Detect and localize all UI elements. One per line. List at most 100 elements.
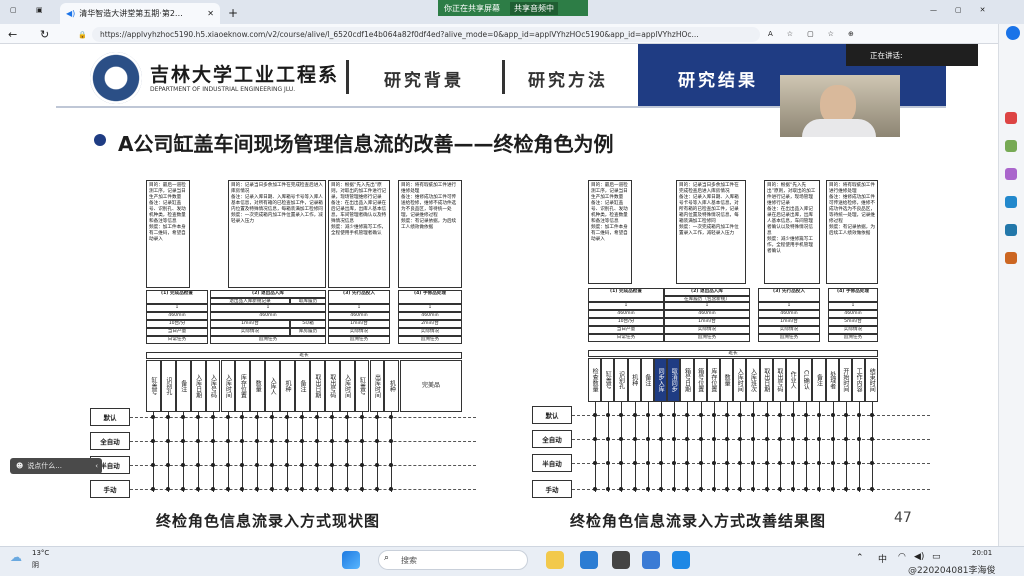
connector-dot	[593, 461, 597, 465]
store-icon[interactable]	[612, 551, 630, 569]
desc-box: 目的：将有瑕疵加工件进行维修处理 备注：维修成功加工件可传送给检修，维修不成功件…	[398, 180, 462, 288]
connector-dot	[764, 487, 769, 491]
connector-dot	[791, 461, 795, 465]
connector-dot	[659, 461, 663, 465]
sidebar-app-icon[interactable]	[1005, 224, 1017, 236]
connector-dot	[344, 487, 349, 491]
connector-dot	[314, 439, 319, 443]
connector-dot	[777, 437, 782, 441]
connector-dot	[210, 439, 215, 443]
stat-time: 460min	[664, 310, 750, 318]
desc-box: 目的：最后一道检测工序，记录当日生产加工件数量 备注：记录缸盖号、识别孔、发动机…	[588, 180, 632, 284]
stat-row3: 当日产量	[588, 326, 664, 334]
stat-rate: 5s/箱	[290, 320, 326, 328]
window-controls[interactable]: —▢✕	[930, 6, 1003, 14]
stat-row3: 实际情况	[664, 326, 750, 334]
browser-profile-icon[interactable]: ▢	[10, 6, 17, 14]
windows-start-icon[interactable]	[342, 551, 360, 569]
connector-dot	[632, 487, 637, 491]
mode-manual: 手动	[90, 480, 130, 498]
connector-line	[212, 412, 214, 492]
new-tab-button[interactable]: +	[228, 6, 238, 20]
share-audio-button[interactable]: 共享音频中	[510, 1, 558, 15]
connector-dot	[225, 415, 230, 419]
speaker-shirt	[802, 119, 876, 137]
file-explorer-icon[interactable]	[546, 551, 564, 569]
connector-dot	[645, 461, 650, 465]
connector-dot	[165, 463, 170, 467]
connector-dot	[359, 415, 364, 419]
sidebar-app-icon[interactable]	[1005, 112, 1017, 124]
reload-icon[interactable]: ↻	[40, 28, 49, 41]
connector-dot	[329, 463, 334, 467]
connector-dot	[632, 437, 637, 441]
field-cell: 机种	[627, 358, 641, 402]
volume-icon[interactable]: ◀)	[914, 552, 924, 562]
tray-up-icon[interactable]: ⌃	[856, 553, 864, 563]
app-icon[interactable]	[642, 551, 660, 569]
desc-box: 目的：记录当日多余加工件在完成检查后进入库房情况 备注：记录入库日期、入库箱号卡…	[676, 180, 746, 284]
stat-row3: 实际情况	[210, 328, 290, 336]
field-cell: 机种	[280, 360, 295, 412]
app-icon[interactable]	[672, 551, 690, 569]
battery-icon[interactable]: ▭	[932, 552, 941, 562]
back-icon[interactable]: ←	[8, 28, 17, 41]
bing-icon[interactable]	[1006, 26, 1020, 40]
connector-dot	[698, 461, 703, 465]
sidebar-app-icon[interactable]	[1005, 196, 1017, 208]
weather-temp[interactable]: 13°C	[32, 549, 49, 557]
field-cell: 识别孔	[614, 358, 628, 402]
connector-dot	[645, 413, 650, 417]
taskbar-search[interactable]: 搜索	[378, 550, 528, 570]
connector-dot	[791, 413, 795, 417]
connector-line	[376, 412, 378, 492]
connector-line	[227, 412, 229, 492]
connector-dot	[374, 463, 379, 467]
connector-dot	[659, 413, 663, 417]
sidebar-app-icon[interactable]	[1005, 252, 1017, 264]
connector-dot	[180, 439, 185, 443]
connector-line	[182, 412, 184, 492]
stage-header: (2) 退出品入库	[210, 290, 326, 298]
connector-line	[167, 412, 169, 492]
connector-dot	[329, 415, 334, 419]
mode-default: 默认	[90, 408, 130, 426]
stat-row3: 实际情况	[758, 326, 820, 334]
connector-dot	[777, 461, 782, 465]
connector-dot	[359, 463, 364, 467]
connector-dot	[857, 487, 861, 491]
connector-dot	[314, 487, 319, 491]
chat-input[interactable]: ☻ 说点什么... ‹	[10, 458, 102, 474]
stage-header: (3) 先行品投入	[328, 290, 390, 304]
connector-line	[346, 412, 348, 492]
connector-dot	[300, 439, 304, 443]
tab-close-icon[interactable]: ✕	[207, 9, 214, 18]
stat-rate: 2min/台	[398, 320, 462, 328]
sidebar-app-icon[interactable]	[1005, 168, 1017, 180]
stat-time: 460min	[828, 310, 878, 318]
sidebar-app-icon[interactable]	[1005, 140, 1017, 152]
share-banner: 你正在共享屏幕 共享音频中	[438, 0, 588, 16]
tab-active[interactable]: ◀) 清华智造大讲堂第五期·第2… ✕	[60, 3, 220, 24]
connector-dot	[195, 439, 200, 443]
clock-time[interactable]: 20:01	[972, 549, 992, 557]
connector-dot	[764, 413, 769, 417]
connector-dot	[843, 413, 848, 417]
connector-dot	[857, 437, 861, 441]
wifi-icon[interactable]: ◠	[898, 552, 906, 562]
connector-dot	[698, 487, 703, 491]
input-lang[interactable]: 中	[878, 552, 887, 565]
watermark: @220204081李海俊	[908, 566, 996, 576]
stat-row4: 日常任务	[588, 334, 664, 342]
field-cell: 入库时间	[339, 360, 355, 412]
edge-icon[interactable]	[580, 551, 598, 569]
collapse-icon[interactable]: ‹	[95, 462, 98, 470]
caption-current: 终检角色信息流录入方式现状图	[156, 512, 381, 530]
field-cell: CL确认	[799, 358, 813, 402]
toolbar-icons[interactable]: A☆▢☆⊕	[768, 30, 868, 38]
field-cell: 库存位置	[235, 360, 251, 412]
field-cell: 入库号码	[205, 360, 221, 412]
connector-dot	[843, 461, 848, 465]
tab-actions-icon[interactable]: ▣	[36, 6, 43, 14]
url-field[interactable]: https://applvyhzhoc5190.h5.xiaoeknow.com…	[92, 27, 760, 42]
